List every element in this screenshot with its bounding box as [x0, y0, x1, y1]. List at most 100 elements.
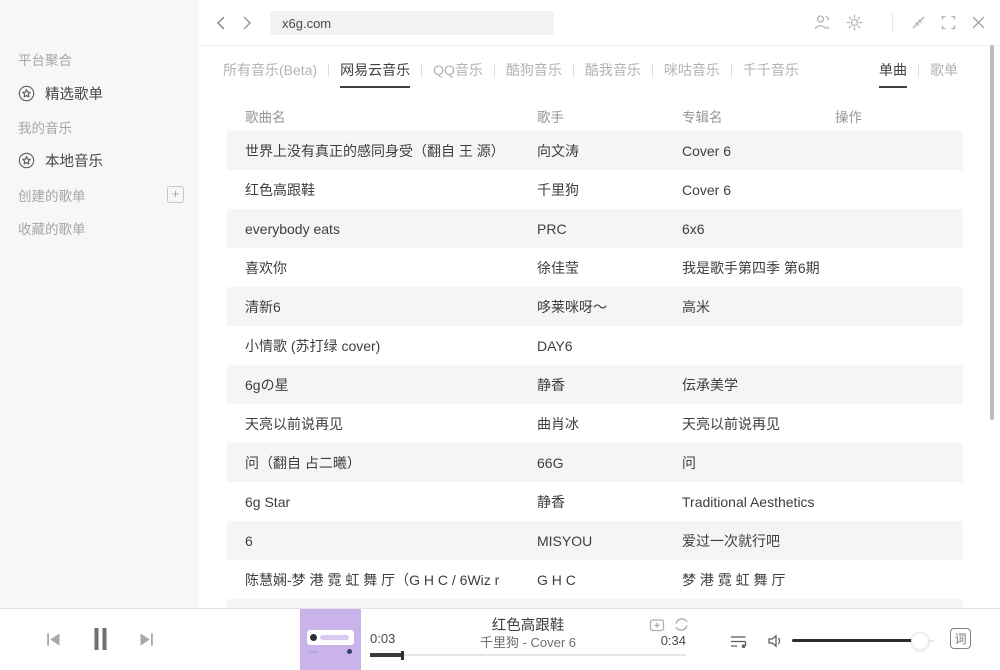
column-header: 专辑名 — [682, 106, 835, 126]
sidebar-item-6[interactable]: 收藏的歌单 — [0, 218, 198, 237]
sidebar-item-label: 平台聚合 — [18, 49, 72, 69]
album-art-text-pill — [320, 635, 349, 640]
artist-cell: 哆莱咪呀～ — [537, 297, 682, 317]
table-body: 世界上没有真正的感同身受（翻自 王 源）向文涛Cover 6红色高跟鞋千里狗Co… — [227, 131, 963, 599]
tab-mode-2[interactable]: 歌单 — [930, 62, 958, 88]
tab-separator — [652, 64, 653, 77]
table-row-partial[interactable] — [227, 599, 963, 608]
sidebar-item-1[interactable]: 平台聚合 — [0, 49, 198, 68]
table-row[interactable]: 世界上没有真正的感同身受（翻自 王 源）向文涛Cover 6 — [227, 131, 963, 170]
album-art[interactable] — [300, 609, 361, 670]
tab-source-2[interactable]: 网易云音乐 — [340, 62, 410, 88]
desktop-lyrics-toggle[interactable]: 词 — [950, 628, 971, 649]
album-art-card — [307, 630, 354, 645]
artist-cell: 曲肖冰 — [537, 414, 682, 434]
album-cell: Cover 6 — [682, 143, 835, 159]
table-row[interactable]: 喜欢你徐佳莹我是歌手第四季 第6期 — [227, 248, 963, 287]
sidebar-item-label: 精选歌单 — [45, 83, 103, 104]
tab-source-4[interactable]: 酷狗音乐 — [506, 62, 562, 88]
add-to-playlist-icon — [648, 616, 666, 634]
table-row[interactable]: 陈慧娴-梦 港 霓 虹 舞 厅（G H C / 6Wiz rG H C梦 港 霓… — [227, 560, 963, 599]
column-header: 歌曲名 — [227, 106, 537, 126]
user-icon[interactable] — [813, 13, 832, 32]
sidebar-item-4[interactable]: 本地音乐 — [0, 151, 198, 170]
album-cell: 天亮以前说再见 — [682, 414, 835, 434]
search-input[interactable] — [270, 11, 554, 35]
table-row[interactable]: 天亮以前说再见曲肖冰天亮以前说再见 — [227, 404, 963, 443]
table-header: 歌曲名歌手专辑名操作 — [227, 100, 963, 131]
table-row[interactable]: 红色高跟鞋千里狗Cover 6 — [227, 170, 963, 209]
artist-cell: 静香 — [537, 375, 682, 395]
add-to-playlist-button[interactable] — [648, 616, 666, 634]
volume-handle[interactable] — [911, 632, 929, 650]
pause-button[interactable] — [89, 626, 112, 652]
star-circle-icon — [18, 85, 35, 102]
song-name-cell: 陈慧娴-梦 港 霓 虹 舞 厅（G H C / 6Wiz r — [227, 570, 537, 590]
table-row[interactable]: 6gの星静香伝承美学 — [227, 365, 963, 404]
app-window: 平台聚合精选歌单我的音乐本地音乐创建的歌单 + 收藏的歌单 — [0, 0, 1000, 670]
pause-icon — [89, 626, 112, 652]
sidebar-item-2[interactable]: 精选歌单 — [0, 84, 198, 103]
song-name-cell: 问（翻自 占二曦） — [227, 453, 537, 473]
tab-source-7[interactable]: 千千音乐 — [743, 62, 799, 88]
album-art-badge — [347, 649, 352, 654]
close-icon[interactable] — [969, 13, 988, 32]
song-name-cell: 红色高跟鞋 — [227, 180, 537, 200]
tab-mode-1[interactable]: 单曲 — [879, 62, 907, 88]
tab-source-5[interactable]: 酷我音乐 — [585, 62, 641, 88]
song-name-cell: 6g Star — [227, 494, 537, 510]
topbar — [198, 0, 1000, 46]
next-track-button[interactable] — [137, 630, 156, 649]
topbar-divider — [892, 13, 893, 32]
tab-separator — [328, 64, 329, 77]
album-cell: 问 — [682, 453, 835, 473]
table-row[interactable]: 小情歌 (苏打绿 cover)DAY6 — [227, 326, 963, 365]
tab-source-1[interactable]: 所有音乐(Beta) — [223, 62, 317, 88]
previous-track-button[interactable] — [44, 630, 63, 649]
shrink-window-icon[interactable] — [909, 13, 928, 32]
sidebar-item-label: 创建的歌单 — [18, 185, 86, 205]
artist-cell: PRC — [537, 221, 682, 237]
sidebar-item-5[interactable]: 创建的歌单 + — [0, 185, 198, 204]
fullscreen-icon[interactable] — [939, 13, 958, 32]
star-circle-icon — [18, 152, 35, 169]
sidebar: 平台聚合精选歌单我的音乐本地音乐创建的歌单 + 收藏的歌单 — [0, 0, 198, 608]
tab-separator — [573, 64, 574, 77]
table-row[interactable]: 问（翻自 占二曦）66G问 — [227, 443, 963, 482]
tab-separator — [421, 64, 422, 77]
volume-slider[interactable] — [792, 631, 934, 651]
table-row[interactable]: 6g Star静香Traditional Aesthetics — [227, 482, 963, 521]
sidebar-item-3[interactable]: 我的音乐 — [0, 117, 198, 136]
artist-cell: 66G — [537, 455, 682, 471]
sidebar-item-label: 本地音乐 — [45, 150, 103, 171]
current-time: 0:03 — [370, 631, 395, 646]
tab-source-6[interactable]: 咪咕音乐 — [664, 62, 720, 88]
back-button[interactable] — [212, 13, 232, 33]
album-cell: 高米 — [682, 297, 835, 317]
scrollbar-thumb[interactable] — [990, 45, 994, 420]
loop-mode-button[interactable] — [673, 616, 690, 633]
progress-handle[interactable] — [401, 651, 404, 660]
volume-fill — [792, 639, 920, 642]
table-row[interactable]: 清新6哆莱咪呀～高米 — [227, 287, 963, 326]
artist-cell: 千里狗 — [537, 180, 682, 200]
tab-separator — [731, 64, 732, 77]
progress-track — [370, 654, 686, 656]
song-name-cell: 天亮以前说再见 — [227, 414, 537, 434]
forward-button[interactable] — [236, 13, 256, 33]
album-cell: 爱过一次就行吧 — [682, 531, 835, 551]
sidebar-item-label: 收藏的歌单 — [18, 218, 86, 238]
create-playlist-add-button[interactable]: + — [167, 186, 184, 203]
table-row[interactable]: 6MISYOU爱过一次就行吧 — [227, 521, 963, 560]
progress-bar[interactable] — [370, 649, 686, 661]
previous-track-icon — [44, 630, 63, 649]
gear-icon[interactable] — [845, 13, 864, 32]
tab-source-3[interactable]: QQ音乐 — [433, 62, 483, 88]
volume-icon[interactable] — [766, 631, 786, 651]
artist-cell: MISYOU — [537, 533, 682, 549]
table-row[interactable]: everybody eatsPRC6x6 — [227, 209, 963, 248]
loop-icon — [673, 616, 690, 633]
chevron-left-icon — [212, 13, 232, 33]
song-name-cell: 清新6 — [227, 297, 537, 317]
playlist-button[interactable] — [729, 632, 748, 651]
